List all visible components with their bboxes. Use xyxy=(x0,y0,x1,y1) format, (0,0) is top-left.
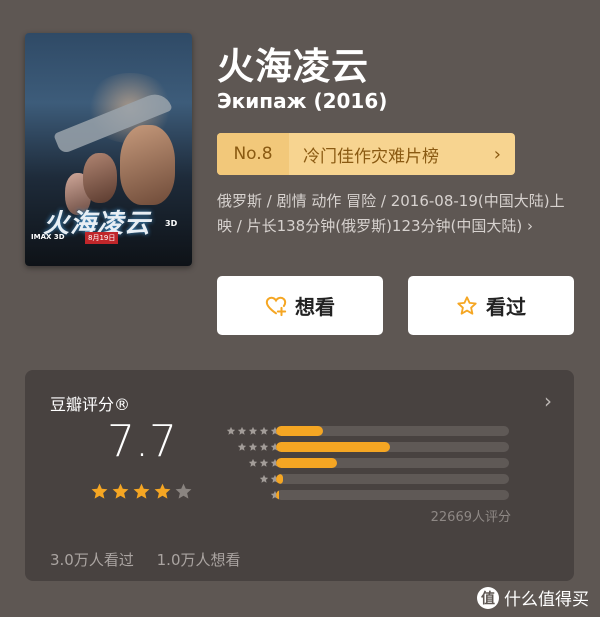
star-filled-icon xyxy=(111,482,130,505)
movie-poster[interactable]: 火海凌云 3D IMAX 3D 8月19日 xyxy=(25,33,192,266)
movie-original-title: Экипаж (2016) xyxy=(217,89,388,113)
distribution-fill xyxy=(276,490,280,500)
heart-plus-icon xyxy=(265,295,287,317)
want-label: 想看 xyxy=(295,295,335,319)
distribution-bar xyxy=(276,442,509,452)
star-group-icon xyxy=(226,426,280,436)
poster-actor-1 xyxy=(120,125,175,205)
distribution-row-3-star xyxy=(208,458,538,468)
distribution-bar xyxy=(276,458,509,468)
watermark-text: 什么值得买 xyxy=(504,590,589,610)
watched-count: 3.0万人看过 xyxy=(50,551,134,569)
distribution-bar xyxy=(276,490,509,500)
poster-actor-2 xyxy=(83,153,117,203)
rating-footer: 3.0万人看过 1.0万人想看 xyxy=(50,549,259,570)
poster-date: 8月19日 xyxy=(85,232,119,244)
rating-score: 7.7 xyxy=(107,416,177,467)
distribution-bar xyxy=(276,426,509,436)
rating-stars xyxy=(90,482,193,505)
rating-panel[interactable]: 豆瓣评分® › 7.7 22669人评分 3.0万人看过 1.0万人想看 xyxy=(25,370,574,581)
movie-title: 火海凌云 xyxy=(217,45,369,88)
distribution-row-4-star xyxy=(208,442,538,452)
movie-meta[interactable]: 俄罗斯 / 剧情 动作 冒险 / 2016-08-19(中国大陆)上映 / 片长… xyxy=(217,189,572,239)
star-filled-icon xyxy=(153,482,172,505)
rating-count: 22669人评分 xyxy=(430,510,511,525)
watermark: 值 什么值得买 xyxy=(477,585,589,610)
star-group-icon xyxy=(237,442,280,452)
distribution-fill xyxy=(276,474,283,484)
poster-format: IMAX 3D xyxy=(31,233,65,241)
distribution-row-1-star xyxy=(208,490,538,500)
distribution-fill xyxy=(276,442,391,452)
rank-label: 冷门佳作灾难片榜 xyxy=(303,146,439,167)
want-to-watch-button[interactable]: 想看 xyxy=(217,276,383,335)
want-count: 1.0万人想看 xyxy=(156,551,241,569)
star-filled-icon xyxy=(90,482,109,505)
distribution-bar xyxy=(276,474,509,484)
smzdm-logo-icon: 值 xyxy=(477,586,499,609)
star-filled-icon xyxy=(132,482,151,505)
rank-number: No.8 xyxy=(217,133,289,175)
star-outline-icon xyxy=(456,295,478,317)
rating-header: 豆瓣评分® xyxy=(50,395,131,414)
distribution-row-2-star xyxy=(208,474,538,484)
distribution-fill xyxy=(276,426,323,436)
distribution-fill xyxy=(276,458,337,468)
poster-3d: 3D xyxy=(165,219,178,228)
chevron-right-icon[interactable]: › xyxy=(544,389,552,413)
distribution-row-5-star xyxy=(208,426,538,436)
star-empty-icon xyxy=(174,482,193,505)
rank-badge[interactable]: No.8 冷门佳作灾难片榜 › xyxy=(217,133,515,175)
seen-label: 看过 xyxy=(486,295,526,319)
chevron-right-icon: › xyxy=(493,143,501,165)
watched-button[interactable]: 看过 xyxy=(408,276,574,335)
